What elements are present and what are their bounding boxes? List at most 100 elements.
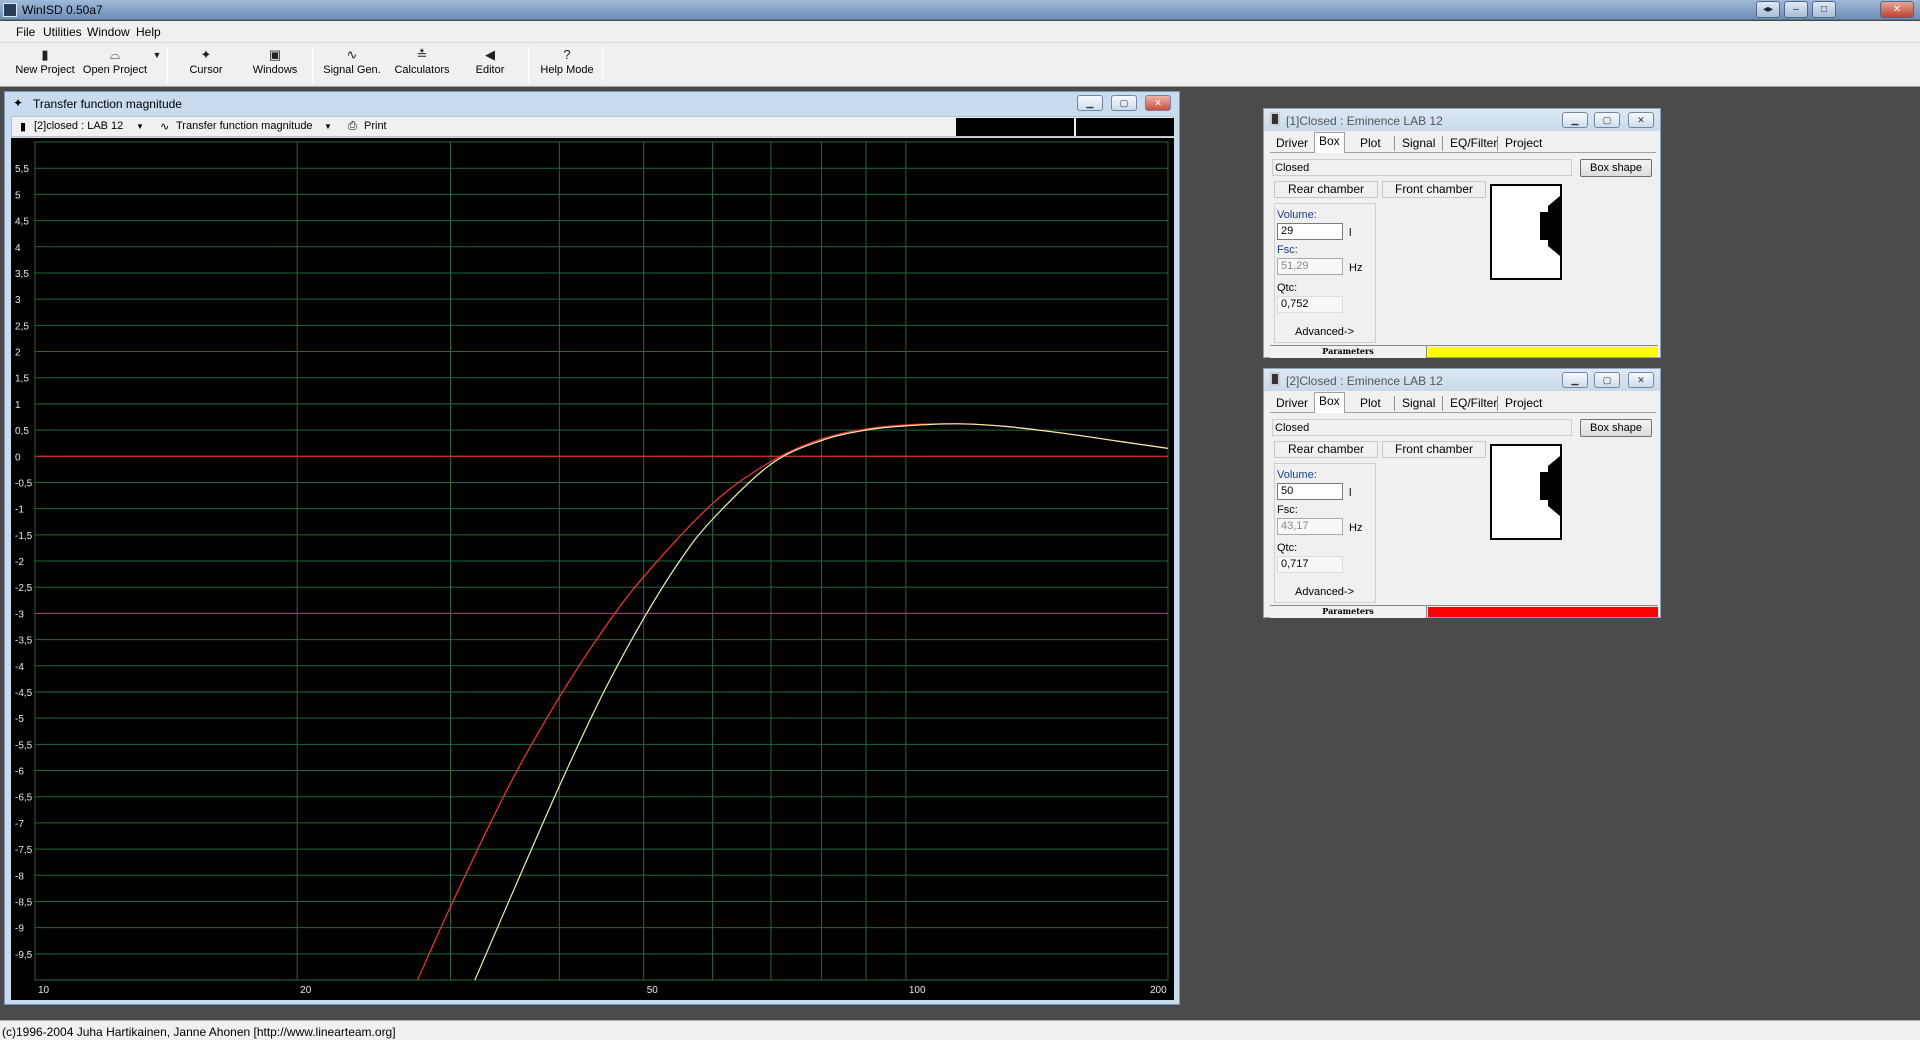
- fsc-label: Fsc:: [1277, 504, 1298, 516]
- box-panel-caption[interactable]: [2]Closed : Eminence LAB 12 ▁ ▢ ✕: [1264, 369, 1660, 391]
- open-project-button[interactable]: ⌓ Open Project: [80, 46, 150, 84]
- graph-window-caption[interactable]: ✦ Transfer function magnitude ▁ ▢ ✕: [5, 92, 1179, 115]
- plot-area[interactable]: 5,5 5 4,5 4 3,5 3 2,5 2 1,5 1 0,5 0 -0,5 -1 -1,5 -2 -2,5…: [11, 138, 1174, 1000]
- y-tick-label: -5,5: [15, 740, 33, 751]
- volume-input[interactable]: 50: [1277, 483, 1343, 500]
- signal-gen-label: Signal Gen.: [323, 64, 381, 76]
- chevron-down-icon[interactable]: ▼: [324, 122, 332, 131]
- front-chamber-tab[interactable]: Front chamber: [1382, 181, 1486, 198]
- maximize-button[interactable]: □: [1812, 1, 1836, 18]
- y-tick-label: 5: [15, 190, 21, 201]
- box-maximize-button[interactable]: ▢: [1594, 372, 1620, 388]
- tab-project[interactable]: Project: [1501, 395, 1546, 411]
- print-button[interactable]: Print: [364, 120, 387, 132]
- tab-driver[interactable]: Driver: [1272, 135, 1312, 151]
- graph-minimize-button[interactable]: ▁: [1077, 95, 1103, 111]
- project-select[interactable]: [2]closed : LAB 12: [34, 120, 123, 132]
- editor-label: Editor: [475, 64, 505, 76]
- new-project-icon: ▮: [41, 47, 49, 62]
- qtc-value: 0,717: [1277, 556, 1343, 573]
- y-tick-label: 4: [15, 243, 21, 254]
- box-close-button[interactable]: ✕: [1628, 112, 1654, 128]
- graph-type-select[interactable]: Transfer function magnitude: [176, 120, 313, 132]
- tab-eq-filter[interactable]: EQ/Filter: [1446, 135, 1501, 151]
- box-maximize-button[interactable]: ▢: [1594, 112, 1620, 128]
- rear-chamber-tab[interactable]: Rear chamber: [1274, 181, 1378, 198]
- box-panel-caption[interactable]: [1]Closed : Eminence LAB 12 ▁ ▢ ✕: [1264, 109, 1660, 131]
- tab-eq-filter[interactable]: EQ/Filter: [1446, 395, 1501, 411]
- windows-icon: ▣: [268, 47, 282, 62]
- chevron-down-icon[interactable]: ▼: [136, 122, 144, 131]
- graph-maximize-button[interactable]: ▢: [1111, 95, 1137, 111]
- x-tick-label: 100: [909, 985, 926, 996]
- cursor-label: Cursor: [189, 64, 223, 76]
- qtc-value: 0,752: [1277, 296, 1343, 313]
- tab-signal[interactable]: Signal: [1398, 135, 1439, 151]
- new-project-label: New Project: [15, 64, 75, 76]
- menu-file[interactable]: File: [16, 25, 35, 39]
- rear-chamber-tab[interactable]: Rear chamber: [1274, 441, 1378, 458]
- box-panel-title: [2]Closed : Eminence LAB 12: [1286, 374, 1443, 388]
- tab-driver[interactable]: Driver: [1272, 395, 1312, 411]
- minimize-button[interactable]: –: [1784, 1, 1808, 18]
- box-minimize-button[interactable]: ▁: [1562, 112, 1588, 128]
- windows-button[interactable]: ▣ Windows: [248, 46, 302, 84]
- cursor-icon: ✦: [200, 47, 212, 62]
- volume-input[interactable]: 29: [1277, 223, 1343, 240]
- x-tick-label: 10: [38, 985, 50, 996]
- transfer-function-chart: 5,5 5 4,5 4 3,5 3 2,5 2 1,5 1 0,5 0 -0,5 -1 -1,5 -2 -2,5…: [15, 141, 1169, 996]
- box-minimize-button[interactable]: ▁: [1562, 372, 1588, 388]
- help-mode-icon: ?: [563, 47, 571, 62]
- x-tick-label: 50: [647, 985, 659, 996]
- tab-plot[interactable]: Plot: [1356, 135, 1385, 151]
- y-tick-label: 1: [15, 400, 21, 411]
- tab-separator: [1394, 396, 1395, 411]
- box-close-button[interactable]: ✕: [1628, 372, 1654, 388]
- box-shape-value: Closed: [1272, 159, 1572, 176]
- open-project-dropdown[interactable]: ▼: [150, 46, 164, 84]
- toolbar: ▮ New Project ⌓ Open Project ▼ ✦ Cursor …: [0, 43, 1920, 87]
- y-tick-label: -9,5: [15, 950, 33, 961]
- chamber-params-group: Volume: 50 l Fsc: 43,17 Hz Qtc: 0,717 Ad…: [1274, 463, 1376, 603]
- series-color-bar[interactable]: [1428, 607, 1658, 617]
- y-tick-label: -8: [15, 871, 24, 882]
- calculators-icon: ≛: [416, 47, 428, 62]
- y-tick-label: -6: [15, 767, 24, 778]
- advanced-button[interactable]: Advanced->: [1295, 326, 1354, 338]
- advanced-button[interactable]: Advanced->: [1295, 586, 1354, 598]
- y-tick-label: -5: [15, 714, 24, 725]
- restore-icon[interactable]: ◂▸: [1756, 1, 1780, 18]
- editor-icon: ◀: [485, 47, 495, 62]
- fsc-unit: Hz: [1349, 522, 1363, 534]
- box-shape-button[interactable]: Box shape: [1580, 159, 1652, 177]
- cursor-button[interactable]: ✦ Cursor: [180, 46, 232, 84]
- tab-box[interactable]: Box: [1314, 392, 1345, 413]
- new-project-button[interactable]: ▮ New Project: [12, 46, 78, 84]
- toolbar-separator: [602, 46, 603, 84]
- y-tick-label: -0,5: [15, 478, 33, 489]
- tab-plot[interactable]: Plot: [1356, 395, 1385, 411]
- menu-bar: File Utilities Window Help: [0, 21, 1920, 43]
- help-mode-button[interactable]: ? Help Mode: [538, 46, 596, 84]
- x-tick-label: 20: [300, 985, 312, 996]
- help-mode-label: Help Mode: [540, 64, 594, 76]
- tab-project[interactable]: Project: [1501, 135, 1546, 151]
- menu-help[interactable]: Help: [136, 25, 161, 39]
- signal-gen-button[interactable]: ∿ Signal Gen.: [320, 46, 384, 84]
- volume-unit: l: [1349, 227, 1352, 239]
- editor-button[interactable]: ◀ Editor: [468, 46, 512, 84]
- front-chamber-tab[interactable]: Front chamber: [1382, 441, 1486, 458]
- y-tick-label: -3,5: [15, 636, 33, 647]
- menu-utilities[interactable]: Utilities: [43, 25, 82, 39]
- box-shape-button[interactable]: Box shape: [1580, 419, 1652, 437]
- menu-window[interactable]: Window: [87, 25, 130, 39]
- close-button[interactable]: ✕: [1880, 1, 1914, 18]
- tab-signal[interactable]: Signal: [1398, 395, 1439, 411]
- graph-close-button[interactable]: ✕: [1145, 95, 1171, 111]
- y-tick-label: -4: [15, 662, 24, 673]
- calculators-button[interactable]: ≛ Calculators: [390, 46, 454, 84]
- signal-gen-icon: ∿: [346, 47, 358, 62]
- tab-box[interactable]: Box: [1314, 132, 1345, 153]
- series-color-bar[interactable]: [1428, 347, 1658, 357]
- y-tick-label: -4,5: [15, 688, 33, 699]
